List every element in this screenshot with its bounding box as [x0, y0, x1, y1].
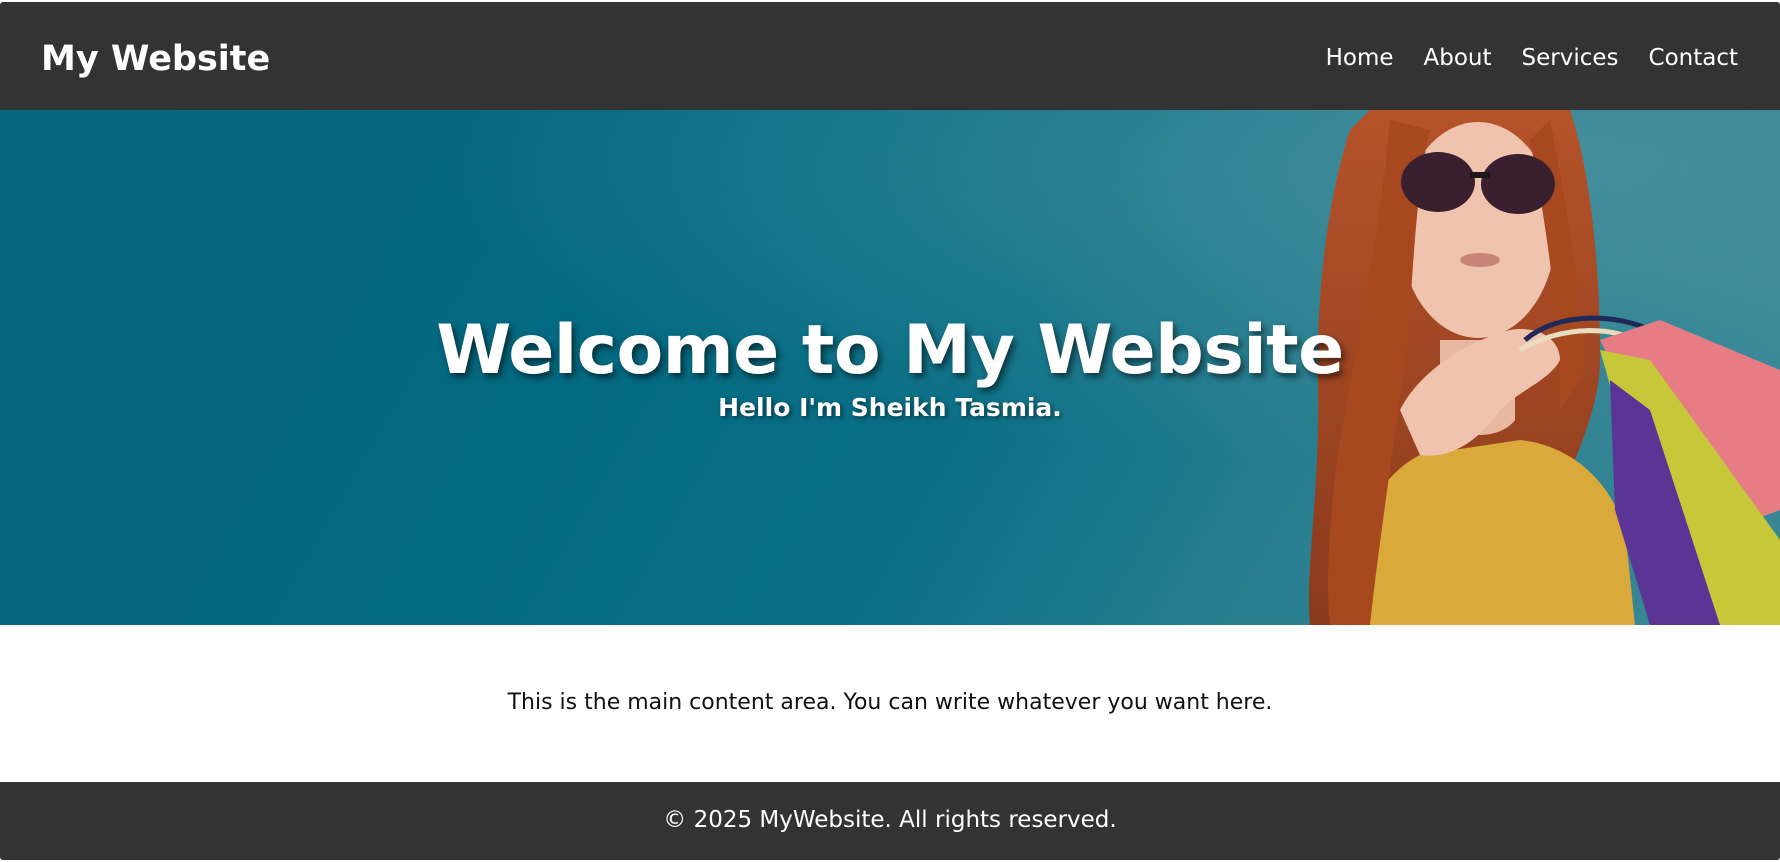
hero-subtitle: Hello I'm Sheikh Tasmia. [718, 393, 1062, 422]
main-nav: Home About Services Contact [1326, 43, 1738, 73]
main-content: This is the main content area. You can w… [0, 625, 1780, 782]
footer-copyright: © 2025 MyWebsite. All rights reserved. [663, 807, 1117, 833]
hero-title: Welcome to My Website [436, 311, 1344, 390]
site-footer: © 2025 MyWebsite. All rights reserved. [0, 782, 1780, 860]
main-content-text: This is the main content area. You can w… [507, 690, 1273, 715]
site-header: My Website Home About Services Contact [0, 2, 1780, 110]
nav-link-home[interactable]: Home [1326, 43, 1394, 73]
hero-banner: Welcome to My Website Hello I'm Sheikh T… [0, 110, 1780, 625]
hero-text: Welcome to My Website Hello I'm Sheikh T… [0, 310, 1780, 424]
nav-link-services[interactable]: Services [1522, 43, 1619, 73]
site-logo[interactable]: My Website [41, 38, 270, 80]
page: My Website Home About Services Contact W… [0, 0, 1780, 862]
nav-link-contact[interactable]: Contact [1649, 43, 1738, 73]
nav-link-about[interactable]: About [1424, 43, 1492, 73]
